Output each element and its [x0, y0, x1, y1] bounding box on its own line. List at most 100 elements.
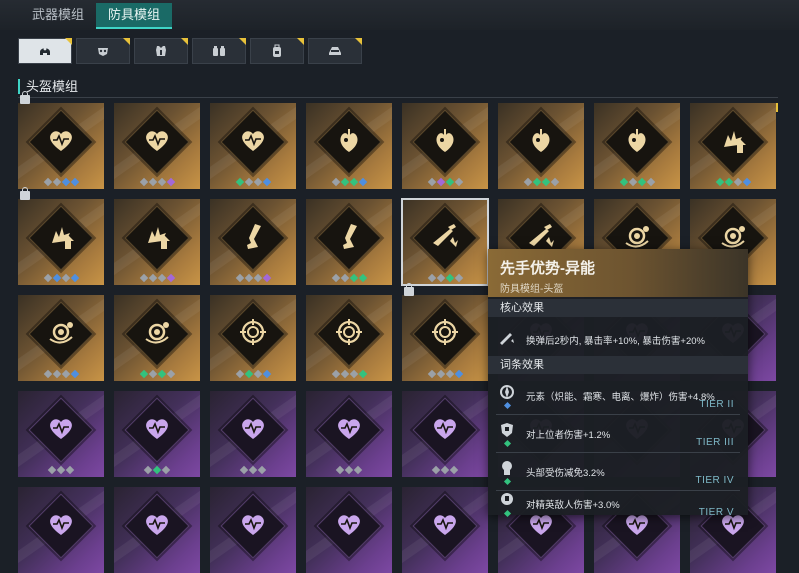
rarity-dots — [690, 177, 776, 187]
mod-card[interactable] — [306, 295, 392, 381]
mod-card[interactable] — [114, 103, 200, 189]
mod-card[interactable] — [306, 103, 392, 189]
elite-enemy-icon — [501, 493, 513, 505]
mod-card[interactable] — [402, 487, 488, 573]
rarity-dot — [148, 369, 157, 379]
mod-card[interactable] — [18, 295, 104, 381]
mod-card[interactable] — [690, 103, 776, 189]
rarity-dot — [427, 273, 436, 283]
rarity-dot — [340, 369, 349, 379]
rarity-dot — [436, 369, 445, 379]
gloves-icon — [213, 46, 225, 56]
mod-card[interactable] — [18, 103, 104, 189]
mod-card[interactable] — [210, 103, 296, 189]
mod-card[interactable] — [402, 295, 488, 381]
mod-card[interactable] — [306, 391, 392, 477]
rarity-dot — [262, 273, 271, 283]
rarity-dot — [139, 177, 148, 187]
mod-card[interactable] — [210, 199, 296, 285]
mod-card[interactable] — [210, 487, 296, 573]
heart-icon — [146, 515, 168, 535]
mod-card[interactable] — [306, 487, 392, 573]
burst-arrow-icon — [724, 131, 746, 153]
tab-weapon-mods[interactable]: 武器模组 — [20, 3, 96, 27]
boots-icon — [329, 47, 341, 55]
rarity-dot — [349, 177, 358, 187]
rarity-dot — [353, 465, 363, 475]
mod-card[interactable] — [306, 199, 392, 285]
rarity-dots — [402, 465, 488, 475]
mod-card[interactable] — [402, 391, 488, 477]
category-armor[interactable] — [134, 38, 188, 64]
mod-card[interactable] — [114, 295, 200, 381]
rarity-dot — [43, 369, 52, 379]
category-mask[interactable] — [76, 38, 130, 64]
crosshair-icon — [240, 319, 266, 345]
mod-card[interactable] — [401, 198, 489, 286]
mod-card[interactable] — [18, 487, 104, 573]
rarity-dot — [43, 177, 52, 187]
category-gloves[interactable] — [192, 38, 246, 64]
rarity-dots — [18, 465, 104, 475]
rarity-dots — [18, 369, 104, 379]
category-new-marker — [181, 38, 188, 45]
category-backpack[interactable] — [250, 38, 304, 64]
boss-target-icon — [501, 423, 513, 437]
head-shield-icon — [502, 461, 512, 475]
rarity-dot — [43, 273, 52, 283]
affix-tier: TIER IV — [695, 475, 734, 486]
category-new-marker — [297, 38, 304, 45]
rarity-dot — [724, 177, 733, 187]
rarity-dot — [637, 177, 646, 187]
mod-card[interactable] — [210, 295, 296, 381]
mod-card[interactable] — [114, 391, 200, 477]
tooltip-header: 先手优势-异能 防具模组-头盔 — [488, 249, 748, 297]
rarity-dot — [541, 177, 550, 187]
rarity-dot — [335, 465, 345, 475]
leg-icon — [247, 224, 261, 249]
heart-icon — [242, 419, 264, 439]
rarity-dot — [349, 273, 358, 283]
category-helmet[interactable] — [18, 38, 72, 64]
burst-arrow-icon — [52, 227, 74, 249]
rarity-dot — [139, 369, 148, 379]
mod-card[interactable] — [114, 199, 200, 285]
mod-card[interactable] — [114, 487, 200, 573]
mod-card[interactable] — [402, 103, 488, 189]
mask-icon — [98, 48, 108, 56]
mod-card[interactable] — [594, 103, 680, 189]
mod-card[interactable] — [18, 391, 104, 477]
rarity-dot — [733, 177, 742, 187]
rarity-dot — [139, 273, 148, 283]
rarity-dot — [454, 369, 463, 379]
element-icon — [500, 385, 514, 399]
affix-tier: TIER V — [698, 507, 734, 518]
rarity-dot — [619, 177, 628, 187]
affix-tier: TIER II — [699, 399, 734, 410]
rarity-dots — [402, 177, 488, 187]
rarity-dot — [445, 177, 454, 187]
category-new-marker — [65, 38, 72, 45]
rarity-dot — [331, 273, 340, 283]
rarity-dots — [594, 177, 680, 187]
category-boots[interactable] — [308, 38, 362, 64]
rarity-dot — [148, 273, 157, 283]
rarity-dot — [331, 369, 340, 379]
lock-icon — [20, 187, 30, 200]
rarity-dot — [166, 369, 175, 379]
anatomical-heart-icon — [532, 129, 550, 152]
tab-armor-mods[interactable]: 防具模组 — [96, 3, 173, 29]
mod-card[interactable] — [498, 103, 584, 189]
orbit-icon — [721, 226, 745, 248]
anatomical-heart-icon — [628, 129, 646, 152]
rarity-dot — [257, 465, 267, 475]
rarity-dot — [427, 369, 436, 379]
rarity-dot — [70, 273, 79, 283]
rarity-dot — [70, 369, 79, 379]
rarity-dot — [358, 177, 367, 187]
rarity-dot — [235, 369, 244, 379]
rarity-dots — [306, 465, 392, 475]
heart-icon — [146, 131, 168, 151]
mod-card[interactable] — [18, 199, 104, 285]
mod-card[interactable] — [210, 391, 296, 477]
